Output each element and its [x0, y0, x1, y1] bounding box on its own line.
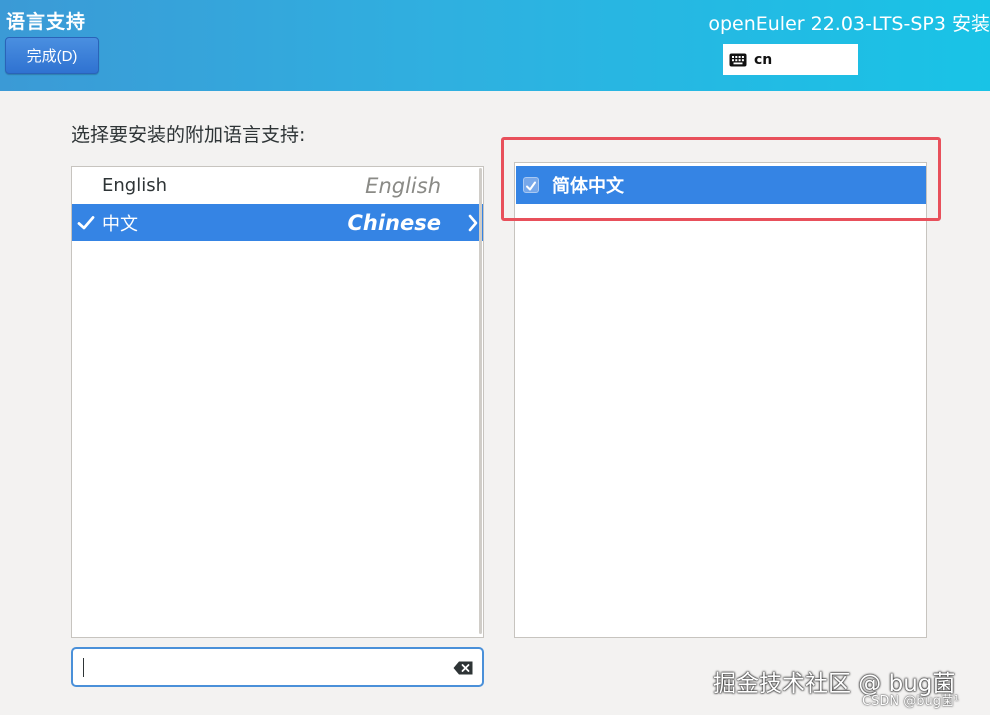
- language-support-prompt: 选择要安装的附加语言支持:: [71, 124, 306, 146]
- language-english-name: Chinese: [347, 210, 442, 235]
- language-row-english[interactable]: English English: [72, 167, 483, 204]
- language-list-scrollbar[interactable]: [479, 168, 482, 634]
- header-bar: 语言支持 完成(D) openEuler 22.03-LTS-SP3 安装 cn: [0, 0, 990, 91]
- locale-row-simplified-chinese[interactable]: 简体中文: [516, 166, 926, 204]
- language-native-name: English: [102, 175, 167, 196]
- keyboard-icon: [729, 53, 747, 67]
- language-english-name: English: [365, 173, 441, 198]
- keyboard-layout-indicator[interactable]: cn: [723, 44, 858, 75]
- locale-list[interactable]: 简体中文: [514, 162, 927, 638]
- keyboard-layout-label: cn: [754, 51, 773, 68]
- chevron-right-icon: [468, 214, 478, 232]
- language-list[interactable]: English English 中文 Chinese: [71, 166, 484, 638]
- language-search-input[interactable]: [71, 647, 484, 687]
- locale-checkbox[interactable]: [523, 177, 539, 193]
- page-title: 语言支持: [6, 11, 87, 33]
- watermark-secondary: CSDN @bug菌¹: [862, 694, 960, 709]
- clear-text-icon[interactable]: [453, 660, 473, 679]
- language-native-name: 中文: [102, 213, 138, 235]
- checkmark-icon: [77, 216, 95, 230]
- done-button[interactable]: 完成(D): [5, 37, 99, 74]
- language-row-chinese[interactable]: 中文 Chinese: [72, 204, 483, 241]
- locale-label: 简体中文: [552, 176, 624, 197]
- checkbox-check-icon: [526, 181, 536, 191]
- text-caret: [83, 658, 84, 677]
- product-title: openEuler 22.03-LTS-SP3 安装: [708, 13, 990, 35]
